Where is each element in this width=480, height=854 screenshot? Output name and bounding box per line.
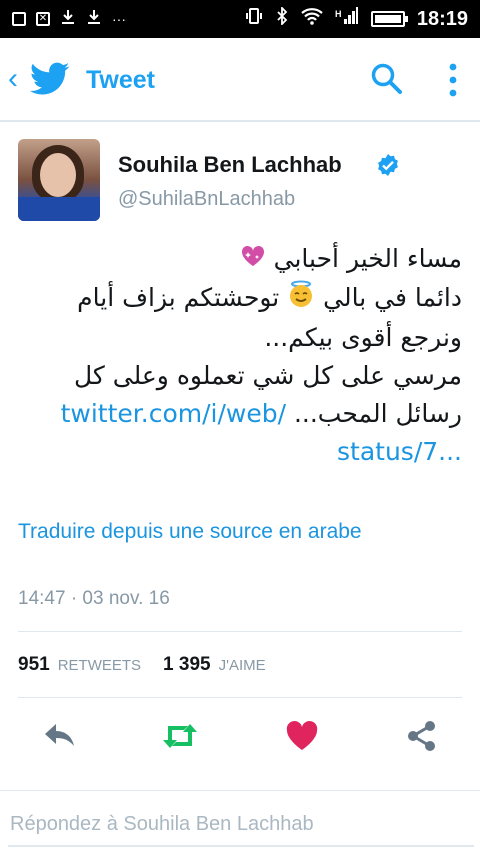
reply-bar [0, 790, 480, 854]
tweet-line: مساء الخير أحبابي [18, 240, 462, 279]
app-bar: ‹ Tweet [0, 38, 480, 122]
tweet-timestamp: 14:47 · 03 nov. 16 [18, 588, 170, 609]
notification-icons: ✕ ··· [0, 9, 126, 30]
tweet-link[interactable]: twitter.com/i/web/ [61, 399, 286, 428]
search-icon[interactable] [370, 62, 404, 101]
like-icon[interactable] [282, 716, 322, 756]
tweet-stats: 951 RETWEETS 1 395 J'AIME [18, 654, 280, 676]
wifi-icon [301, 7, 323, 31]
battery-icon [370, 11, 408, 27]
back-chevron-icon[interactable]: ‹ [8, 62, 18, 96]
tweet-line: دائما في بالي توحشتكم بزاف أيام [18, 279, 462, 319]
tweet-line: ونرجع أقوى بيكم... [264, 322, 462, 352]
blocked-notification-icon: ✕ [36, 12, 50, 26]
tweet-line: مرسي على كل شي تعملوه وعلى كل [73, 360, 462, 390]
author-name[interactable]: Souhila Ben Lachhab [118, 152, 342, 178]
tweet-actions [0, 716, 480, 756]
twitter-bird-icon[interactable] [30, 62, 70, 101]
retweet-icon[interactable] [160, 716, 200, 756]
svg-text:H: H [335, 9, 342, 19]
share-icon[interactable] [402, 716, 442, 756]
retweet-count[interactable]: 951 [18, 654, 50, 676]
tweet-line: رسائل المحب... twitter.com/i/web/ [60, 398, 462, 428]
more-notifications: ··· [112, 11, 126, 27]
tweet-line: status/7... [18, 433, 462, 471]
like-count[interactable]: 1 395 [163, 654, 211, 676]
divider [18, 697, 462, 698]
status-bar: ✕ ··· H 18:19 [0, 0, 480, 38]
download-icon-2 [86, 9, 102, 30]
sparkling-heart-icon [240, 241, 266, 279]
retweet-label[interactable]: RETWEETS [58, 657, 141, 674]
download-icon [60, 9, 76, 30]
signal-icon: H [335, 7, 359, 31]
vibrate-icon [245, 7, 263, 31]
halo-smile-icon [287, 280, 315, 319]
reply-icon[interactable] [40, 716, 80, 756]
author-handle[interactable]: @SuhilaBnLachhab [118, 188, 295, 211]
divider [18, 631, 462, 632]
avatar[interactable] [18, 139, 100, 221]
photo-notification-icon [12, 12, 26, 26]
tweet-link-continued[interactable]: status/7... [337, 437, 462, 466]
reply-input[interactable] [8, 803, 474, 847]
clock: 18:19 [416, 7, 468, 30]
more-vertical-icon[interactable] [448, 62, 458, 103]
verified-badge-icon [376, 153, 400, 182]
bluetooth-icon [275, 5, 289, 31]
like-label[interactable]: J'AIME [219, 657, 266, 674]
tweet-text: مساء الخير أحبابي دائما في بالي توحشتكم … [18, 240, 462, 471]
translate-link[interactable]: Traduire depuis une source en arabe [18, 520, 362, 544]
page-title: Tweet [86, 66, 155, 94]
